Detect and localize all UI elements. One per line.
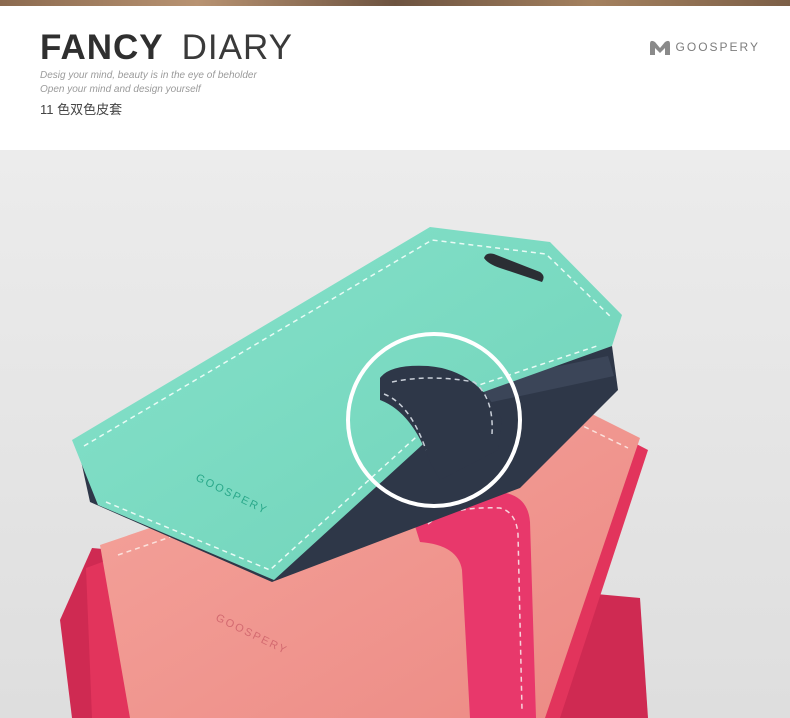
product-title: FANCY DIARY <box>40 28 293 68</box>
mercury-m-logo-icon <box>649 40 670 55</box>
product-subtitle: 11 色双色皮套 <box>40 102 123 117</box>
title-light-word: DIARY <box>181 28 293 67</box>
product-banner: FANCY DIARY Desig your mind, beauty is in… <box>0 0 790 718</box>
tagline-2: Open your mind and design yourself <box>40 84 201 95</box>
brand-name: GOOSPERY <box>675 40 760 54</box>
title-bold-word: FANCY <box>40 28 164 67</box>
header: FANCY DIARY Desig your mind, beauty is in… <box>0 6 790 150</box>
wallet-cases-illustration: GOOSPERY GOOSPERY <box>0 150 790 718</box>
product-photo: GOOSPERY GOOSPERY <box>0 150 790 718</box>
brand-logo: GOOSPERY <box>649 38 760 56</box>
tagline-1: Desig your mind, beauty is in the eye of… <box>40 70 257 81</box>
